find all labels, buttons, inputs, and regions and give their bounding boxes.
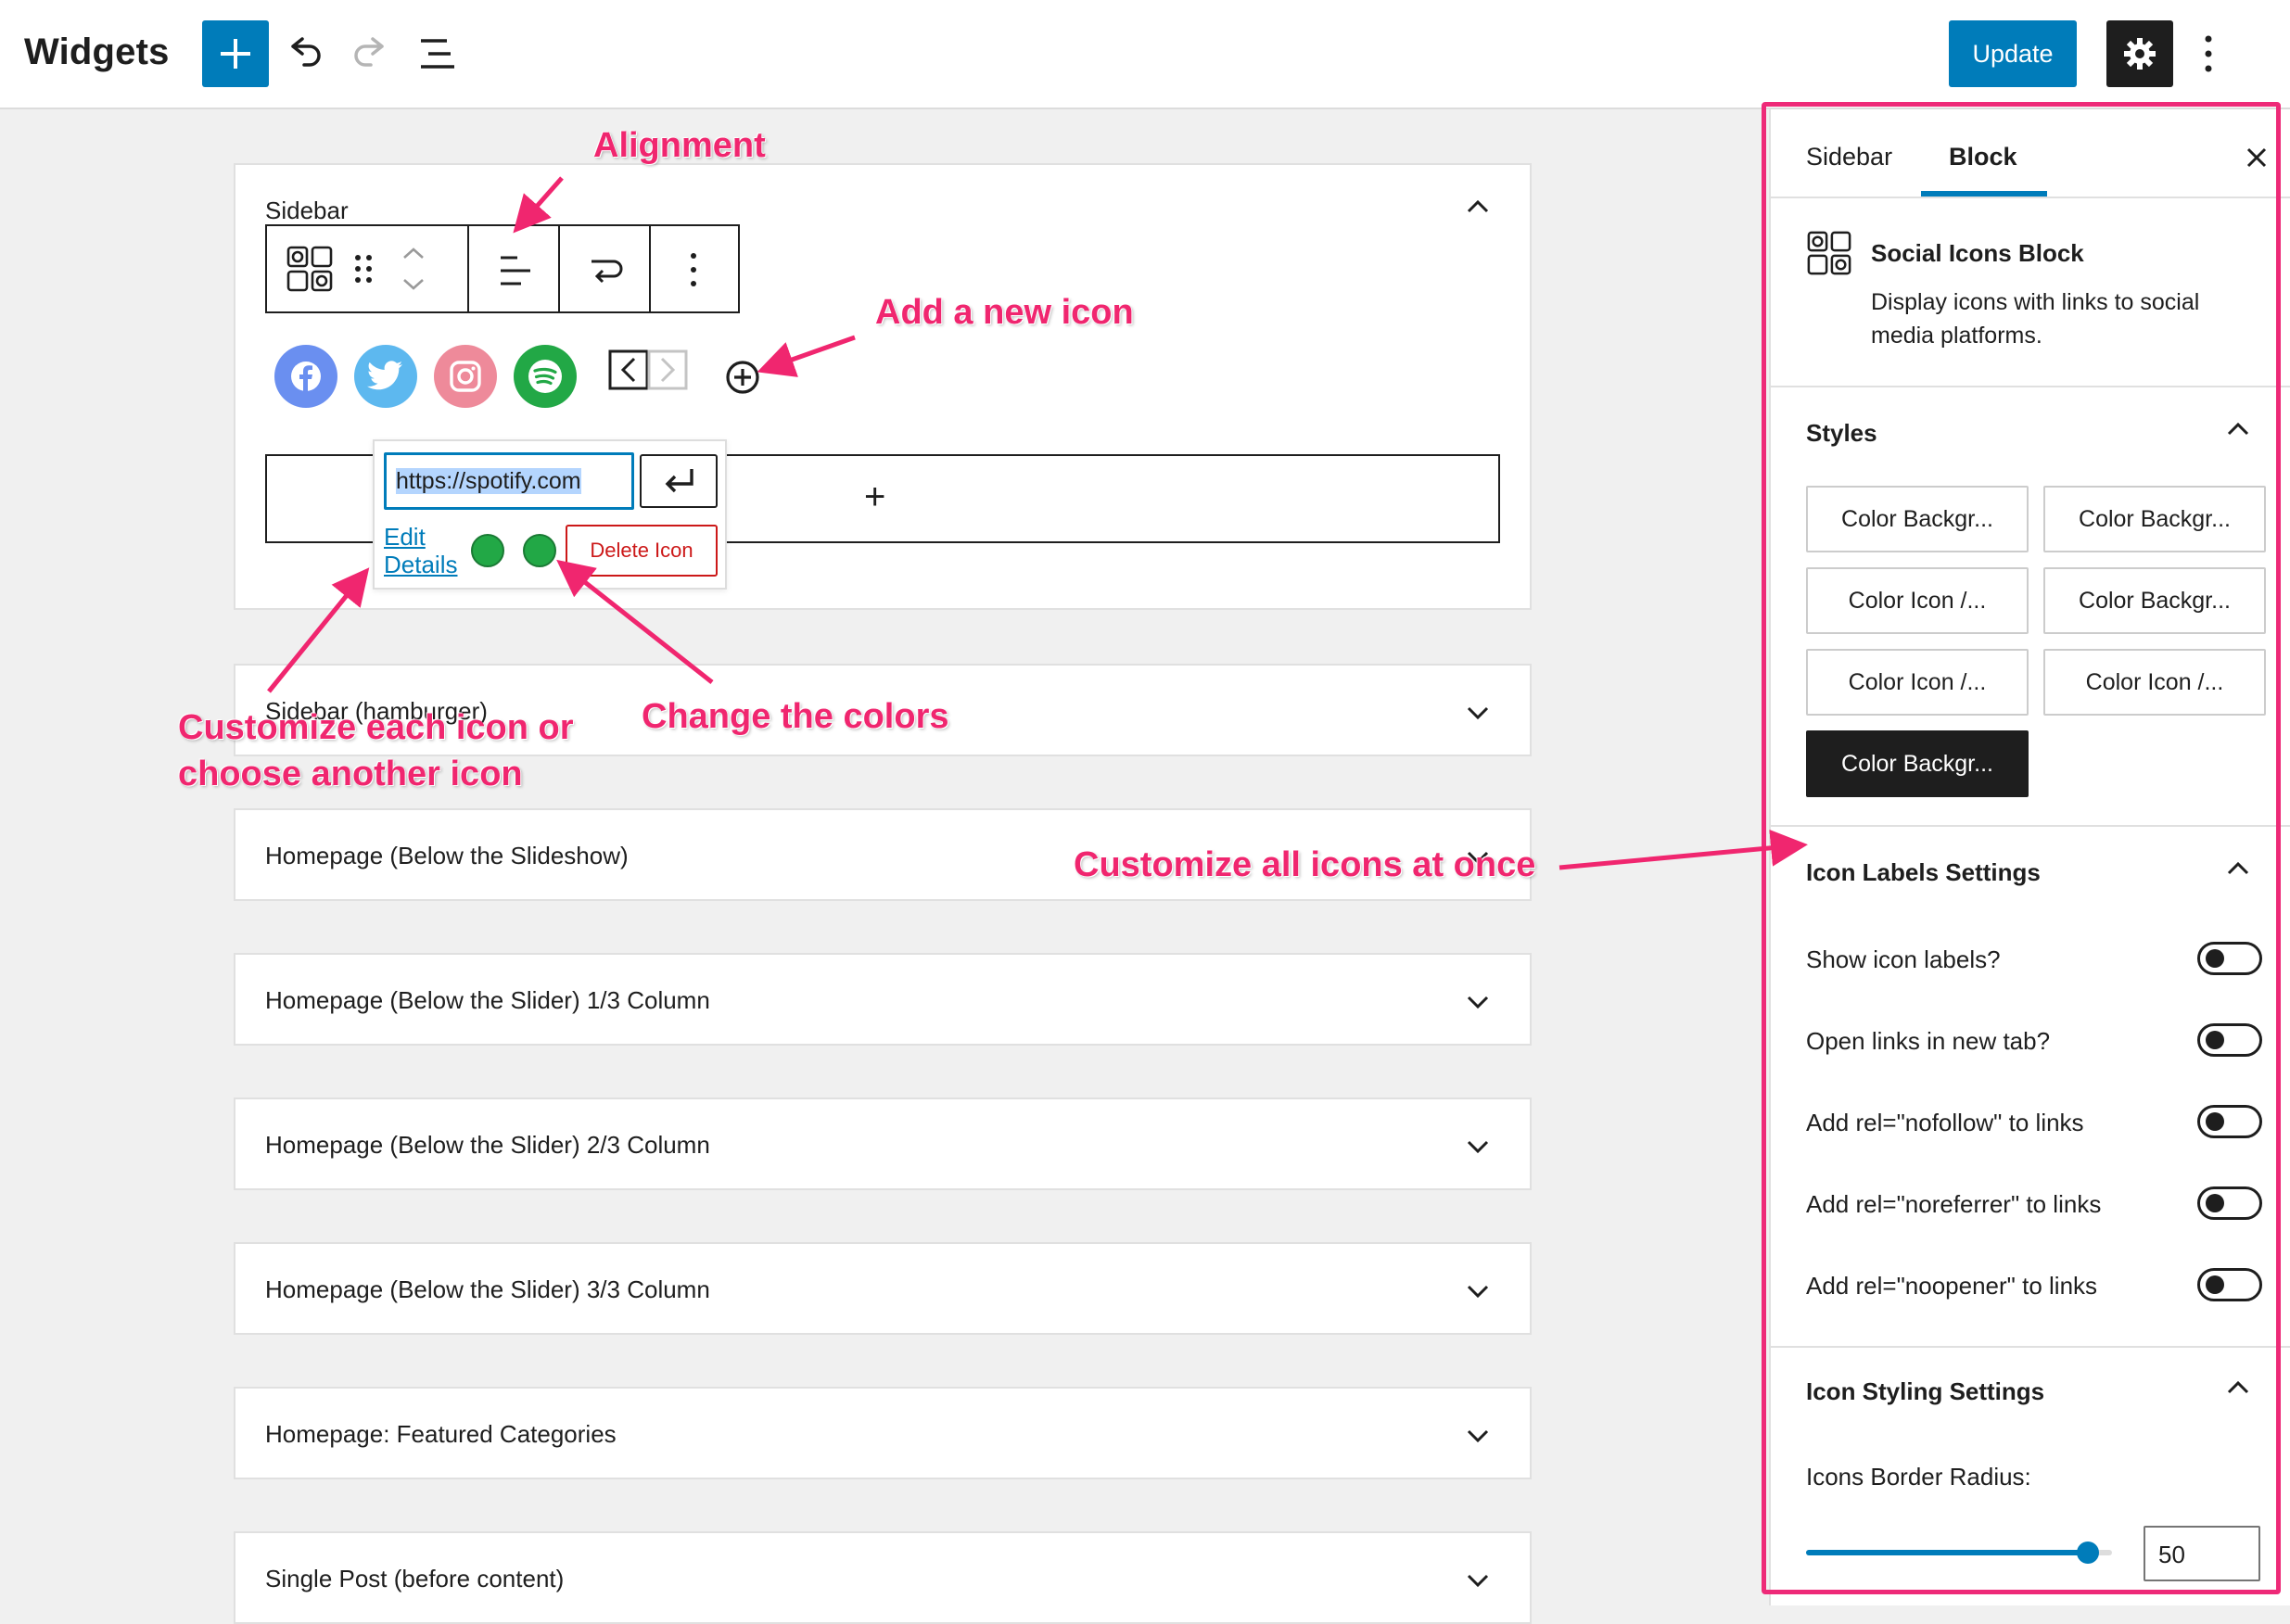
annotation-arrows bbox=[267, 176, 1808, 870]
annotation-add-icon: Add a new icon bbox=[875, 293, 1134, 332]
annotation-customize-all: Customize all icons at once bbox=[1074, 845, 1536, 884]
annotation-customize-each: Customize each icon or choose another ic… bbox=[178, 708, 574, 793]
annotation-change-colors: Change the colors bbox=[642, 697, 949, 736]
annotation-alignment: Alignment bbox=[593, 126, 766, 165]
